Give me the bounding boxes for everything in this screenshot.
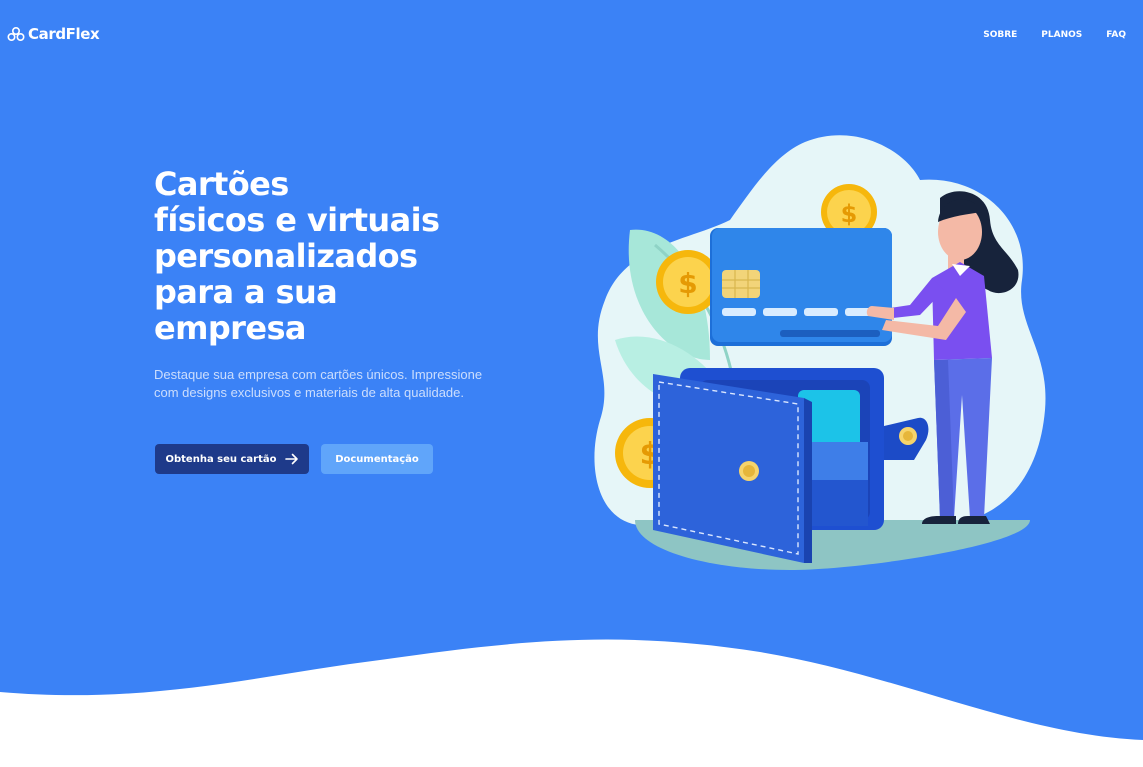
documentation-button-label: Documentação xyxy=(335,453,419,465)
hero-illustration: $ $ $ xyxy=(594,135,1046,570)
documentation-button[interactable]: Documentação xyxy=(321,444,433,474)
nav-link-sobre[interactable]: SOBRE xyxy=(983,30,1017,40)
brand-logo[interactable]: CardFlex xyxy=(7,25,100,43)
main-nav: SOBRE PLANOS FAQ xyxy=(983,30,1126,40)
bottom-wave xyxy=(0,639,1143,767)
brand-name: CardFlex xyxy=(28,25,100,43)
hero-description: Destaque sua empresa com cartões únicos.… xyxy=(154,367,483,400)
get-card-button-label: Obtenha seu cartão xyxy=(165,453,277,465)
top-navbar: CardFlex SOBRE PLANOS FAQ xyxy=(0,0,1143,70)
svg-text:$: $ xyxy=(841,200,858,228)
svg-text:$: $ xyxy=(678,267,697,300)
credit-card-icon xyxy=(710,228,892,346)
three-circles-logo-icon xyxy=(7,27,25,41)
hero-title: Cartões físicos e virtuais personalizado… xyxy=(154,165,440,347)
nav-link-faq[interactable]: FAQ xyxy=(1106,30,1126,40)
arrow-right-icon xyxy=(284,453,298,465)
nav-link-planos[interactable]: PLANOS xyxy=(1041,30,1082,40)
get-card-button[interactable]: Obtenha seu cartão xyxy=(155,444,309,474)
